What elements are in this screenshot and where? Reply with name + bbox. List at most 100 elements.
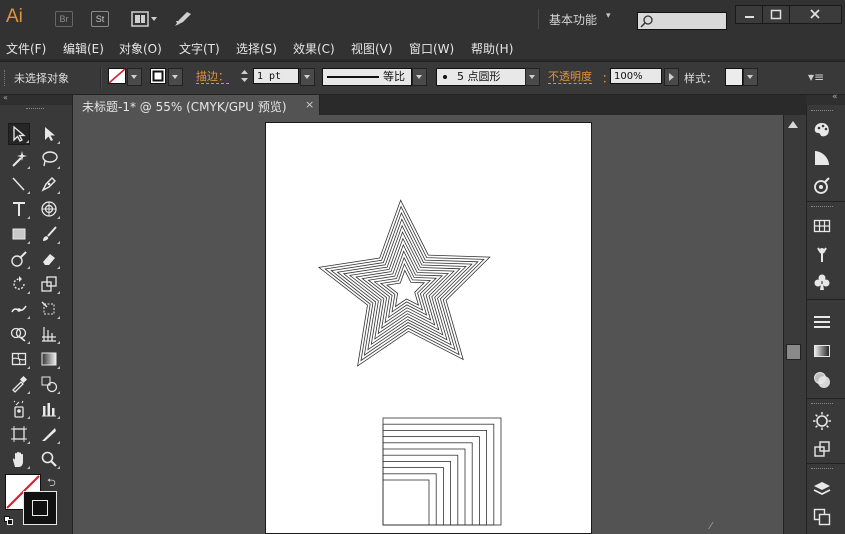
- direct-selection-tool[interactable]: [38, 123, 60, 145]
- menu-file[interactable]: 文件(F): [6, 40, 46, 57]
- profile-dropdown[interactable]: [412, 68, 427, 86]
- menu-object[interactable]: 对象(O): [119, 40, 162, 57]
- pen-tool[interactable]: [8, 173, 30, 195]
- close-icon[interactable]: ×: [305, 98, 314, 111]
- drag-handle[interactable]: [811, 468, 833, 472]
- minimize-button[interactable]: [735, 5, 763, 24]
- variable-width-profile[interactable]: 等比: [322, 68, 412, 86]
- blend-tool[interactable]: [38, 373, 60, 395]
- search-input[interactable]: [637, 12, 727, 30]
- artboard-tool[interactable]: [8, 423, 30, 445]
- type-tool[interactable]: [8, 198, 30, 220]
- color-guide-panel-button[interactable]: [811, 147, 833, 169]
- magic-wand-tool[interactable]: [8, 148, 30, 170]
- panel-menu-icon[interactable]: ▾≡: [808, 70, 824, 84]
- menu-help[interactable]: 帮助(H): [471, 40, 513, 57]
- hand-tool[interactable]: [8, 448, 30, 470]
- bridge-button[interactable]: Br: [55, 11, 73, 27]
- menu-type[interactable]: 文字(T): [179, 40, 220, 57]
- drag-handle[interactable]: [811, 206, 833, 210]
- appearance-panel-button[interactable]: [811, 175, 833, 197]
- workspace-switcher[interactable]: 基本功能: [549, 11, 597, 28]
- stroke-weight-dropdown[interactable]: [300, 68, 315, 86]
- shape-builder-tool[interactable]: [8, 323, 30, 345]
- opacity-expand-button[interactable]: [664, 68, 679, 86]
- width-tool[interactable]: [8, 298, 30, 320]
- stroke-swatch[interactable]: [150, 68, 166, 87]
- free-transform-tool[interactable]: [38, 298, 60, 320]
- collapse-icon[interactable]: «: [3, 93, 8, 102]
- asset-export-panel-button[interactable]: [811, 438, 833, 460]
- polar-grid-tool[interactable]: [38, 198, 60, 220]
- swatches-panel-button[interactable]: [811, 215, 833, 237]
- menu-select[interactable]: 选择(S): [236, 40, 277, 57]
- gradient-tool[interactable]: [38, 348, 60, 370]
- stroke-panel-button[interactable]: [811, 311, 833, 333]
- lasso-tool[interactable]: [38, 148, 60, 170]
- panel-dock-header[interactable]: «: [806, 92, 845, 105]
- menu-window[interactable]: 窗口(W): [409, 40, 454, 57]
- gpu-performance-button[interactable]: [173, 10, 193, 28]
- zoom-tool[interactable]: [38, 448, 60, 470]
- graphic-styles-panel-button[interactable]: [811, 410, 833, 432]
- collapse-icon[interactable]: «: [832, 92, 838, 102]
- stroke-weight-field[interactable]: 1 pt: [253, 68, 299, 84]
- gradient-swatch-icon: [814, 345, 830, 357]
- scroll-up-arrow-icon[interactable]: [788, 121, 798, 128]
- shaper-tool[interactable]: [8, 248, 30, 270]
- stroke-color-icon: [150, 68, 166, 84]
- color-panel-button[interactable]: [811, 119, 833, 141]
- drag-handle[interactable]: [26, 108, 44, 112]
- rotate-tool[interactable]: [8, 273, 30, 295]
- mesh-tool[interactable]: [8, 348, 30, 370]
- artboard[interactable]: [265, 122, 592, 534]
- brush-definition[interactable]: 5 点圆形: [436, 68, 526, 86]
- default-colors-icon[interactable]: [4, 514, 13, 525]
- scrollbar-thumb[interactable]: [786, 344, 801, 360]
- rectangle-tool[interactable]: [8, 223, 30, 245]
- graphic-style-swatch[interactable]: [725, 68, 743, 86]
- selection-tool[interactable]: [8, 123, 30, 145]
- fill-dropdown[interactable]: [127, 68, 142, 86]
- drag-handle[interactable]: [811, 110, 833, 114]
- symbols-panel-button[interactable]: [811, 271, 833, 293]
- symbol-sprayer-tool[interactable]: [8, 398, 30, 420]
- swap-fill-stroke-icon[interactable]: ⮌: [47, 474, 56, 493]
- gradient-panel-button[interactable]: [811, 340, 833, 362]
- menu-view[interactable]: 视图(V): [351, 40, 393, 57]
- artboards-panel-button[interactable]: [811, 506, 833, 528]
- perspective-grid-tool[interactable]: [38, 323, 60, 345]
- stroke-dropdown[interactable]: [168, 68, 183, 86]
- drag-handle[interactable]: [4, 70, 7, 86]
- drag-handle[interactable]: [811, 403, 833, 407]
- transparency-panel-button[interactable]: [811, 369, 833, 391]
- tools-panel-header[interactable]: «: [0, 93, 72, 105]
- maximize-button[interactable]: [762, 5, 790, 24]
- eraser-tool[interactable]: [38, 248, 60, 270]
- layers-panel-button[interactable]: [811, 478, 833, 500]
- eyedropper-tool[interactable]: [8, 373, 30, 395]
- opacity-panel-link[interactable]: 不透明度: [548, 70, 592, 84]
- tab-document[interactable]: 未标题-1* @ 55% (CMYK/GPU 预览) ×: [73, 95, 320, 115]
- chevron-down-icon[interactable]: ▾: [606, 11, 611, 21]
- opacity-field[interactable]: 100%: [610, 68, 662, 84]
- slice-knife-icon: [42, 428, 56, 441]
- brushes-panel-button[interactable]: [811, 243, 833, 265]
- stroke-weight-stepper[interactable]: [238, 68, 251, 84]
- paintbrush-tool[interactable]: [38, 223, 60, 245]
- column-graph-tool[interactable]: [38, 398, 60, 420]
- menu-effect[interactable]: 效果(C): [293, 40, 335, 57]
- vertical-scrollbar[interactable]: [783, 115, 806, 534]
- style-dropdown[interactable]: [743, 68, 758, 86]
- scale-tool[interactable]: [38, 273, 60, 295]
- arrange-documents-button[interactable]: [131, 11, 159, 27]
- stroke-panel-link[interactable]: 描边：: [196, 70, 229, 84]
- brush-dropdown[interactable]: [525, 68, 540, 86]
- close-button[interactable]: [789, 5, 842, 24]
- curvature-pen-tool[interactable]: [38, 173, 60, 195]
- menu-edit[interactable]: 编辑(E): [63, 40, 104, 57]
- fill-swatch[interactable]: [108, 68, 126, 87]
- stroke-color-proxy[interactable]: [23, 491, 57, 525]
- slice-tool[interactable]: [38, 423, 60, 445]
- stock-button[interactable]: St: [91, 11, 109, 27]
